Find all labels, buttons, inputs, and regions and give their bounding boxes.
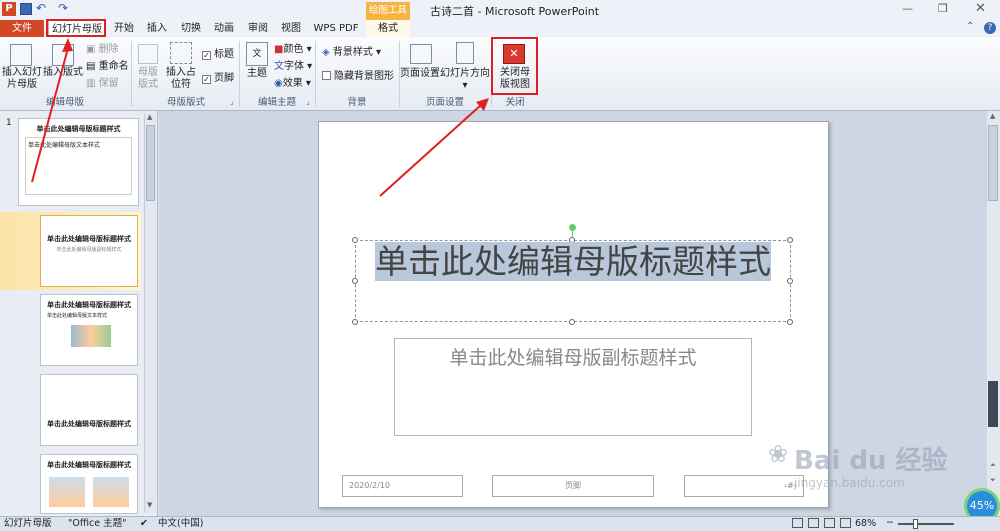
- normal-view-icon[interactable]: [792, 518, 803, 528]
- zoom-slider-thumb[interactable]: [913, 519, 918, 529]
- prev-slide-icon[interactable]: ⏶: [990, 461, 996, 470]
- zoom-slider[interactable]: [898, 523, 954, 525]
- watermark-url: jingyan.baidu.com: [794, 476, 905, 490]
- baidu-paw-icon: ❀: [768, 440, 789, 468]
- zoom-slider-side[interactable]: [988, 381, 998, 427]
- view-mode-label: 幻灯片母版: [4, 518, 52, 529]
- theme-name-label: "Office 主题": [68, 518, 127, 529]
- slideshow-icon[interactable]: [840, 518, 851, 528]
- reading-view-icon[interactable]: [824, 518, 835, 528]
- canvas-scrollbar[interactable]: ▲ ⏶ ⏷: [987, 111, 1000, 516]
- zoom-level[interactable]: 68%: [855, 517, 876, 531]
- scroll-thumb[interactable]: [988, 125, 998, 201]
- scroll-up-icon[interactable]: ▲: [990, 112, 995, 120]
- status-bar: 幻灯片母版 "Office 主题" ✔ 中文(中国) 68% −: [0, 516, 1000, 531]
- sorter-view-icon[interactable]: [808, 518, 819, 528]
- watermark-brand: Bai du 经验: [794, 446, 948, 476]
- next-slide-icon[interactable]: ⏷: [990, 476, 996, 485]
- baidu-watermark: ❀ Bai du 经验 jingyan.baidu.com: [768, 440, 948, 516]
- language-label[interactable]: 中文(中国): [158, 517, 203, 531]
- zoom-out-icon[interactable]: −: [886, 516, 894, 530]
- spellcheck-icon[interactable]: ✔: [140, 517, 148, 531]
